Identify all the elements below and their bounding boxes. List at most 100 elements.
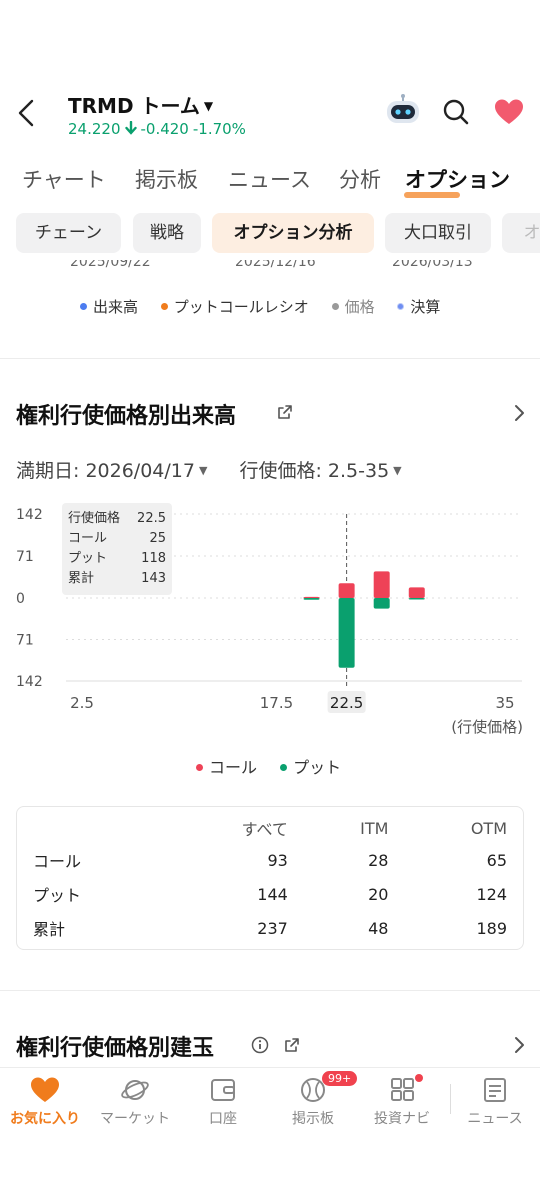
search-icon[interactable] — [442, 98, 470, 126]
y-tick-label: 71 — [16, 549, 34, 565]
tab-chart[interactable]: チャート — [22, 164, 106, 194]
table-row: 累計 237 48 189 — [17, 911, 523, 945]
call-bar — [408, 587, 425, 598]
chip-block-trades[interactable]: 大口取引 — [385, 213, 491, 253]
legend-label: プットコールレシオ — [173, 298, 309, 316]
table-header: すべて — [241, 820, 288, 839]
caret-down-icon: ▼ — [393, 464, 402, 477]
ai-assistant-robot-icon[interactable] — [384, 94, 422, 128]
tooltip-label: プット — [68, 551, 108, 566]
nav-market[interactable]: マーケット — [90, 1076, 180, 1128]
grid-icon — [391, 1078, 414, 1101]
table-cell: 189 — [476, 918, 507, 938]
notification-dot — [415, 1074, 423, 1082]
chevron-right-icon[interactable] — [512, 404, 526, 422]
tooltip-value: 118 — [141, 551, 166, 566]
strike-range-label: 行使価格: 2.5-35 — [239, 460, 390, 482]
nav-favorites[interactable]: お気に入り — [0, 1076, 90, 1128]
tab-options[interactable]: オプション — [405, 164, 510, 194]
options-subtabs: チェーン 戦略 オプション分析 大口取引 オ — [0, 213, 540, 255]
chip-more[interactable]: オ — [502, 213, 540, 253]
chip-strategy[interactable]: 戦略 — [133, 213, 201, 253]
share-icon[interactable] — [284, 1037, 300, 1053]
volume-filters: 満期日: 2026/04/17 ▼ 行使価格: 2.5-35 ▼ — [16, 456, 428, 483]
chart-tooltip: 行使価格 22.5 コール 25 プット 118 累計 143 — [62, 503, 172, 595]
table-header: ITM — [360, 818, 389, 838]
legend-call[interactable]: コール — [196, 754, 257, 778]
prev-chart-legend: 出来高 プットコールレシオ 価格 決算 — [80, 296, 458, 317]
table-cell: 28 — [368, 850, 389, 870]
stock-header: TRMD トーム ▼ 24.220 -0.420 -1.70% — [0, 88, 540, 144]
info-icon[interactable] — [251, 1036, 269, 1054]
y-tick-label: 71 — [16, 633, 34, 649]
volume-chart-legend: コール プット — [196, 754, 359, 778]
put-bar — [338, 598, 355, 668]
quote-line: 24.220 -0.420 -1.70% — [68, 120, 250, 138]
x-tick-label: 2.5 — [70, 694, 94, 712]
table-cell: 124 — [476, 884, 507, 904]
back-arrow-icon[interactable] — [14, 98, 40, 128]
table-cell: 237 — [257, 918, 288, 938]
caret-down-icon: ▼ — [198, 464, 208, 477]
table-cell: 48 — [368, 918, 389, 938]
tab-board[interactable]: 掲示板 — [135, 164, 198, 194]
prev-date-label: 2026/03/13 — [392, 260, 473, 270]
volume-by-strike-chart[interactable]: 142 71 0 71 142 2.5 17.5 22.5 35 (行使価格) 行使価格 22.5 … — [0, 500, 540, 745]
nav-label: 投資ナビ — [374, 1111, 430, 1127]
legend-put[interactable]: プット — [280, 754, 341, 778]
legend-price[interactable]: 価格 — [331, 296, 375, 317]
tooltip-row-total: 累計 143 — [68, 569, 166, 589]
legend-dot — [397, 303, 405, 310]
x-tick-label: 17.5 — [260, 694, 293, 712]
bottom-navigation: お気に入り マーケット 口座 掲示板 99+ 投資ナビ ニュース — [0, 1067, 540, 1137]
nav-board[interactable]: 掲示板 99+ — [268, 1071, 358, 1128]
wallet-icon — [211, 1079, 235, 1101]
x-tick-label: 22.5 — [330, 694, 363, 712]
nav-invest-navi[interactable]: 投資ナビ — [357, 1074, 447, 1128]
nav-label: ニュース — [467, 1111, 523, 1127]
ticker-selector[interactable]: TRMD トーム ▼ — [68, 90, 213, 119]
table-header: OTM — [470, 818, 507, 838]
prev-date-label: 2025/12/16 — [235, 260, 316, 270]
legend-label: 出来高 — [93, 298, 139, 316]
table-cell: 累計 — [33, 920, 66, 939]
tooltip-value: 25 — [149, 531, 166, 546]
legend-label: プット — [293, 758, 342, 777]
strike-range-selector[interactable]: 行使価格: 2.5-35 ▼ — [239, 456, 401, 483]
share-icon[interactable] — [277, 404, 293, 420]
tab-analysis[interactable]: 分析 — [339, 164, 381, 194]
table-cell: 144 — [257, 884, 288, 904]
price-change-pct: -1.70% — [192, 120, 246, 138]
chip-options-analysis[interactable]: オプション分析 — [212, 213, 374, 253]
expiry-date-label: 満期日: 2026/04/17 — [16, 460, 195, 482]
nav-label: 口座 — [209, 1111, 237, 1127]
favorite-heart-icon[interactable] — [494, 98, 524, 126]
legend-dot — [160, 303, 168, 310]
legend-put-call-ratio[interactable]: プットコールレシオ — [160, 296, 309, 317]
legend-label: コール — [209, 758, 258, 777]
table-cell: 93 — [267, 850, 288, 870]
put-bar — [408, 598, 425, 600]
legend-earnings[interactable]: 決算 — [397, 296, 440, 317]
legend-volume[interactable]: 出来高 — [80, 296, 138, 317]
summary-table: すべて ITM OTM コール 93 28 65 プット 144 20 124 … — [17, 813, 523, 945]
planet-icon — [121, 1080, 149, 1100]
tooltip-label: コール — [68, 531, 108, 546]
legend-label: 決算 — [410, 298, 441, 316]
notification-badge: 99+ — [322, 1071, 358, 1086]
open-interest-by-strike-title: 権利行使価格別建玉 — [16, 1036, 215, 1061]
nav-label: マーケット — [100, 1111, 170, 1127]
section-divider — [0, 358, 540, 359]
expiry-date-selector[interactable]: 満期日: 2026/04/17 ▼ — [16, 456, 207, 483]
y-tick-label: 0 — [16, 591, 25, 607]
tooltip-label: 累計 — [68, 571, 95, 586]
table-row: コール 93 28 65 — [17, 843, 523, 877]
tab-news[interactable]: ニュース — [228, 164, 311, 194]
chevron-right-icon[interactable] — [512, 1036, 526, 1054]
legend-dot — [80, 303, 87, 310]
nav-account[interactable]: 口座 — [178, 1076, 268, 1128]
nav-news[interactable]: ニュース — [450, 1076, 540, 1128]
y-tick-label: 142 — [16, 674, 43, 690]
chip-chain[interactable]: チェーン — [16, 213, 121, 253]
section-divider — [0, 990, 540, 991]
